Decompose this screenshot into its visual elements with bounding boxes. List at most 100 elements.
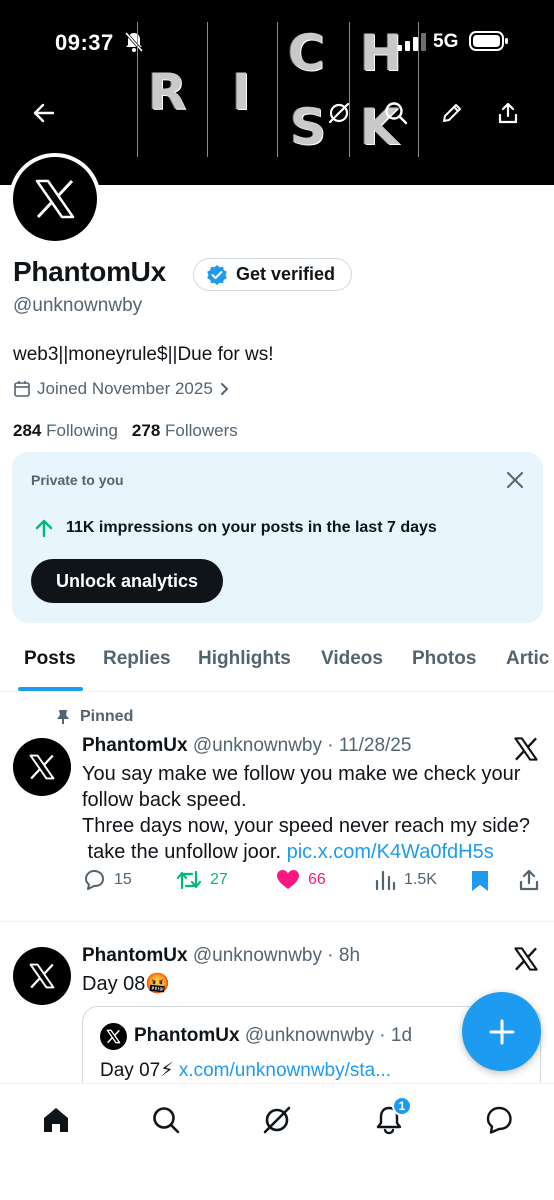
- banner-divider: [418, 22, 419, 157]
- back-button[interactable]: [24, 93, 64, 133]
- following-link[interactable]: 284 Following: [13, 421, 118, 441]
- share-post-button[interactable]: [518, 869, 540, 891]
- followers-label: Followers: [165, 421, 238, 440]
- x-logo-icon: [35, 179, 75, 219]
- tab-photos[interactable]: Photos: [412, 648, 476, 670]
- tab-videos[interactable]: Videos: [321, 648, 383, 670]
- grok-icon: [328, 102, 350, 124]
- bottom-navigation: 1: [0, 1083, 554, 1200]
- share-icon: [498, 102, 518, 124]
- post-meta: @unknownwby · 8h: [192, 945, 361, 966]
- banner-divider: [137, 22, 138, 157]
- banner-divider: [207, 22, 208, 157]
- search-button[interactable]: [376, 93, 416, 133]
- x-logo-icon: [106, 1029, 121, 1044]
- status-time: 09:37: [55, 30, 114, 55]
- views-button[interactable]: 1.5K: [374, 869, 437, 891]
- quote-header: PhantomUx @unknownwby · 1d: [134, 1025, 412, 1047]
- post-divider: [0, 921, 554, 922]
- post-avatar[interactable]: [13, 738, 71, 796]
- joined-label: Joined November 2025: [37, 379, 213, 398]
- nav-messages[interactable]: [479, 1100, 519, 1140]
- pin-icon: [57, 710, 69, 724]
- repost-icon: [176, 870, 202, 890]
- banner-divider: [277, 22, 278, 157]
- x-logo-icon: [29, 754, 55, 780]
- views-count: 1.5K: [404, 871, 437, 888]
- notification-badge: 1: [392, 1096, 412, 1116]
- post-text-line: take the unfollow joor. pic.x.com/K4Wa0f…: [82, 839, 530, 865]
- quote-avatar: [100, 1023, 127, 1050]
- profile-banner[interactable]: 09:37 5G R I C H S K: [0, 0, 554, 185]
- get-verified-label: Get verified: [236, 264, 336, 284]
- impressions-text: 11K impressions on your posts in the las…: [66, 519, 437, 536]
- quote-link[interactable]: x.com/unknownwby/sta...: [179, 1060, 391, 1081]
- followers-link[interactable]: 278 Followers: [132, 421, 238, 441]
- share-button[interactable]: [488, 93, 528, 133]
- quote-meta: @unknownwby · 1d: [244, 1025, 413, 1046]
- like-button[interactable]: 66: [276, 869, 326, 891]
- nav-search[interactable]: [146, 1100, 186, 1140]
- like-count: 66: [308, 871, 326, 888]
- banner-letter: H: [360, 24, 402, 82]
- chevron-right-icon: [220, 383, 229, 395]
- banner-letter: C: [288, 24, 325, 82]
- following-count: 284: [13, 421, 42, 440]
- banner-letter: I: [232, 63, 251, 121]
- edit-button[interactable]: [432, 93, 472, 133]
- reply-button[interactable]: 15: [82, 869, 132, 891]
- post-text-line-fragment: take the unfollow joor.: [82, 841, 287, 863]
- get-verified-button[interactable]: Get verified: [193, 258, 353, 291]
- x-logo-icon: [514, 947, 538, 971]
- profile-handle: @unknownwby: [13, 295, 143, 316]
- close-card-button[interactable]: [501, 466, 529, 494]
- tab-highlights[interactable]: Highlights: [198, 648, 291, 670]
- post-text: You say make we follow you make we check…: [82, 761, 530, 865]
- verified-badge-icon: [207, 264, 227, 285]
- tab-replies[interactable]: Replies: [103, 648, 171, 670]
- post-author-name[interactable]: PhantomUx: [82, 735, 188, 756]
- banner-divider: [349, 22, 350, 157]
- post-actions: 15 27 66 1.5K: [82, 869, 542, 895]
- follow-stats: 284 Following 278 Followers: [13, 421, 238, 441]
- bell-muted-icon: [124, 32, 144, 52]
- nav-home[interactable]: [36, 1100, 76, 1140]
- network-label: 5G: [433, 31, 459, 52]
- calendar-icon: [14, 381, 30, 397]
- post-avatar[interactable]: [13, 947, 71, 1005]
- arrow-up-icon: [35, 519, 53, 538]
- edit-pencil-icon: [443, 104, 461, 122]
- compose-button[interactable]: [462, 992, 541, 1071]
- back-arrow-icon: [33, 103, 55, 123]
- banner-letter: R: [148, 63, 187, 121]
- tab-posts[interactable]: Posts: [24, 648, 76, 670]
- display-name: PhantomUx: [13, 256, 166, 287]
- profile-bio: web3||moneyrule$||Due for ws!: [13, 344, 274, 365]
- repost-count: 27: [210, 871, 228, 888]
- bookmark-button[interactable]: [470, 869, 490, 893]
- post-text-line: You say make we follow you make we check…: [82, 763, 521, 785]
- tab-articles[interactable]: Artic: [506, 648, 549, 670]
- nav-grok[interactable]: [257, 1100, 297, 1140]
- repost-button[interactable]: 27: [176, 869, 228, 891]
- post-author-name[interactable]: PhantomUx: [82, 945, 188, 966]
- unlock-analytics-button[interactable]: Unlock analytics: [31, 559, 223, 603]
- search-icon: [153, 1107, 180, 1134]
- post-header: PhantomUx @unknownwby · 8h: [82, 945, 360, 967]
- following-label: Following: [46, 421, 118, 440]
- plus-icon: [489, 1019, 514, 1044]
- active-tab-indicator: [18, 687, 83, 691]
- quote-author-name: PhantomUx: [134, 1025, 240, 1046]
- post-media-link[interactable]: pic.x.com/K4Wa0fdH5s: [287, 841, 494, 863]
- profile-avatar[interactable]: [9, 153, 101, 245]
- messages-icon: [486, 1106, 512, 1134]
- joined-date[interactable]: Joined November 2025: [13, 379, 231, 399]
- bookmark-icon: [472, 871, 488, 891]
- grok-button[interactable]: [319, 93, 359, 133]
- profile-tabs: Posts Replies Highlights Videos Photos A…: [0, 635, 554, 692]
- heart-icon: [277, 870, 299, 889]
- post-meta: @unknownwby · 11/28/25: [192, 735, 412, 756]
- grok-icon: [263, 1106, 291, 1134]
- pinned-label: Pinned: [56, 708, 133, 726]
- nav-notifications[interactable]: 1: [369, 1096, 412, 1140]
